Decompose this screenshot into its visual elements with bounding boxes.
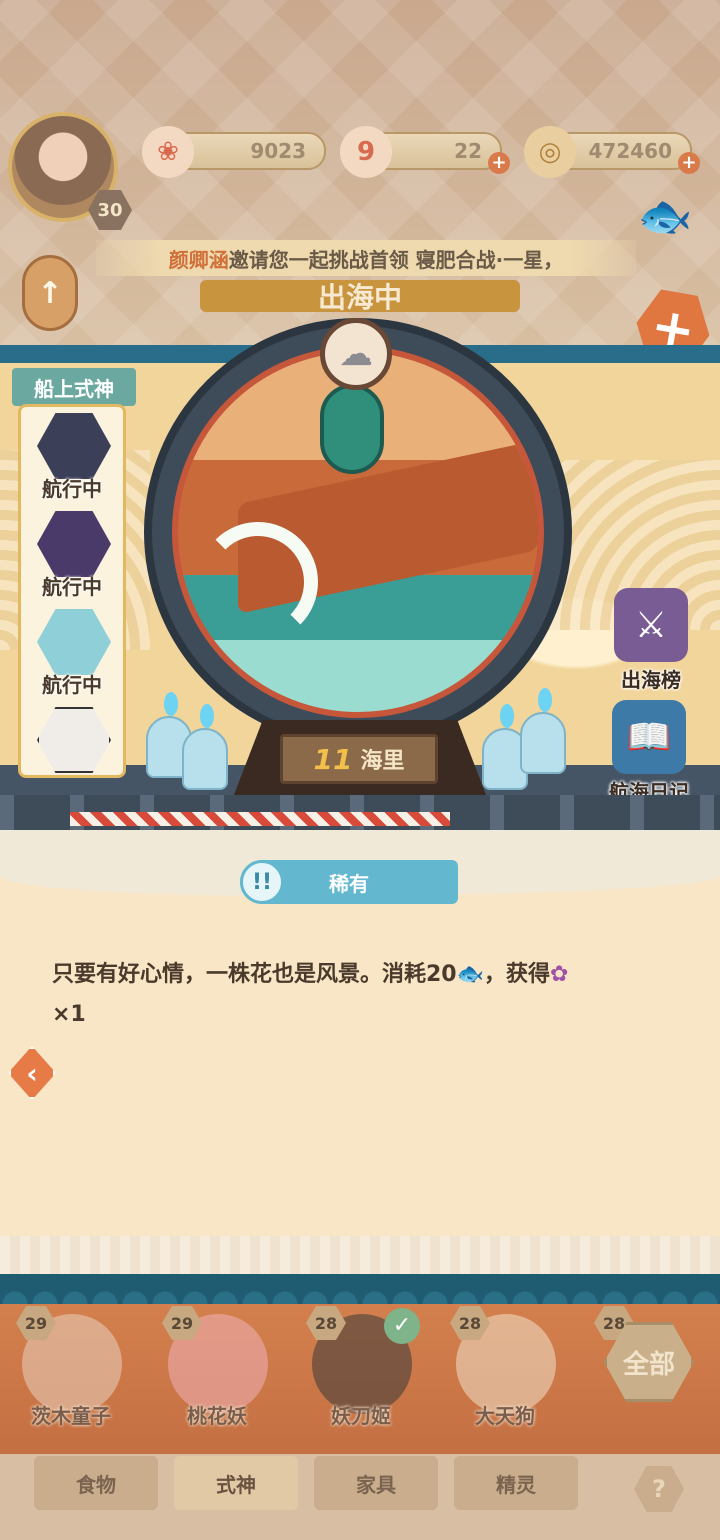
voyage-illustration bbox=[172, 346, 544, 718]
crew-panel-title: 船上式神 bbox=[12, 368, 136, 406]
nine-token-icon: 9 bbox=[340, 126, 392, 178]
distance-value: 11 bbox=[313, 742, 353, 776]
hanging-fish-icon[interactable]: 🐟 bbox=[636, 190, 694, 250]
rarity-label: 稀有 bbox=[329, 871, 369, 896]
sailing-status-plate: 出海中 bbox=[200, 280, 520, 314]
distance-plate: 11 海里 bbox=[280, 734, 438, 784]
rarity-tag: !! 稀有 bbox=[240, 860, 458, 904]
ghost-candle-icon bbox=[182, 704, 228, 790]
exclamation-icon: !! bbox=[240, 860, 284, 904]
event-text-before: 只要有好心情，一株花也是风景。消耗20 bbox=[52, 962, 457, 987]
wave-illustration bbox=[198, 522, 318, 642]
add-coin-button[interactable]: + bbox=[678, 152, 700, 174]
shikigami-name: 茨木童子 bbox=[31, 1404, 111, 1428]
crew-status: 航行中 bbox=[42, 673, 102, 697]
resource-coin-value: 472460 bbox=[588, 139, 673, 163]
shikigami-name: 妖刀姬 bbox=[331, 1404, 391, 1428]
voyage-ranking-button[interactable]: ⚔ 出海榜 bbox=[606, 588, 696, 698]
event-text-middle: ，获得 bbox=[484, 962, 551, 987]
voyage-journal-button[interactable]: 📖 航海日记 bbox=[604, 700, 694, 810]
resource-nine: 9 22 + bbox=[340, 126, 510, 178]
crew-member[interactable]: 航行中 bbox=[21, 603, 123, 701]
shikigami-card[interactable]: 28 大天狗 bbox=[440, 1304, 570, 1444]
festival-rope bbox=[70, 812, 450, 826]
fish-icon: 🐟 bbox=[456, 962, 485, 987]
coin-icon: ◎ bbox=[524, 126, 576, 178]
resource-nine-value: 22 bbox=[454, 139, 482, 163]
reward-count: ×1 bbox=[52, 1002, 86, 1027]
event-panel-footer bbox=[0, 1236, 720, 1274]
resource-coin: ◎ 472460 + bbox=[524, 126, 700, 178]
cloud-emblem-icon: ☁ bbox=[320, 318, 392, 390]
resource-plum: ❀ 9023 bbox=[142, 126, 326, 178]
crew-portrait bbox=[37, 707, 111, 773]
crew-list[interactable]: 航行中 航行中 航行中 bbox=[18, 404, 126, 778]
scroll-swords-icon: ⚔ bbox=[614, 588, 688, 662]
crew-portrait bbox=[37, 511, 111, 577]
crew-status: 航行中 bbox=[42, 575, 102, 599]
tab-shikigami[interactable]: 式神 bbox=[174, 1456, 298, 1510]
voyage-ranking-label: 出海榜 bbox=[621, 668, 681, 692]
event-description: 只要有好心情，一株花也是风景。消耗20🐟，获得✿ ×1 bbox=[52, 955, 672, 1035]
crew-member[interactable]: 航行中 bbox=[21, 505, 123, 603]
check-icon: ✓ bbox=[384, 1308, 420, 1344]
resource-plum-value: 9023 bbox=[250, 139, 306, 163]
daruma-illustration bbox=[320, 384, 384, 474]
wave-pattern-band bbox=[0, 1274, 720, 1304]
lantern-up-button[interactable]: ↑ bbox=[22, 255, 78, 331]
shikigami-card[interactable]: 29 茨木童子 bbox=[6, 1304, 136, 1444]
crew-member[interactable] bbox=[21, 701, 123, 775]
invite-banner[interactable]: 颜卿涵 邀请您一起挑战首领 寝肥合战·一星， bbox=[96, 240, 636, 276]
shikigami-name: 桃花妖 bbox=[187, 1404, 247, 1428]
shikigami-card[interactable]: 28 ✓ 妖刀姬 bbox=[296, 1304, 426, 1444]
crew-portrait bbox=[37, 413, 111, 479]
crew-member[interactable]: 航行中 bbox=[21, 407, 123, 505]
tab-spirit[interactable]: 精灵 bbox=[454, 1456, 578, 1510]
plum-blossom-icon: ❀ bbox=[142, 126, 194, 178]
add-nine-button[interactable]: + bbox=[488, 152, 510, 174]
tab-furniture[interactable]: 家具 bbox=[314, 1456, 438, 1510]
flower-icon: ✿ bbox=[550, 962, 569, 987]
crew-panel: 船上式神 航行中 航行中 航行中 bbox=[12, 368, 136, 778]
shikigami-card[interactable]: 29 桃花妖 bbox=[152, 1304, 282, 1444]
tab-food[interactable]: 食物 bbox=[34, 1456, 158, 1510]
distance-unit: 海里 bbox=[360, 749, 405, 774]
crew-portrait bbox=[37, 609, 111, 675]
crew-status: 航行中 bbox=[42, 477, 102, 501]
journal-book-icon: 📖 bbox=[612, 700, 686, 774]
ghost-candle-icon bbox=[520, 688, 566, 774]
invite-sender-name: 颜卿涵 bbox=[168, 247, 229, 272]
shikigami-name: 大天狗 bbox=[475, 1404, 535, 1428]
invite-message: 邀请您一起挑战首领 寝肥合战·一星， bbox=[228, 247, 564, 272]
